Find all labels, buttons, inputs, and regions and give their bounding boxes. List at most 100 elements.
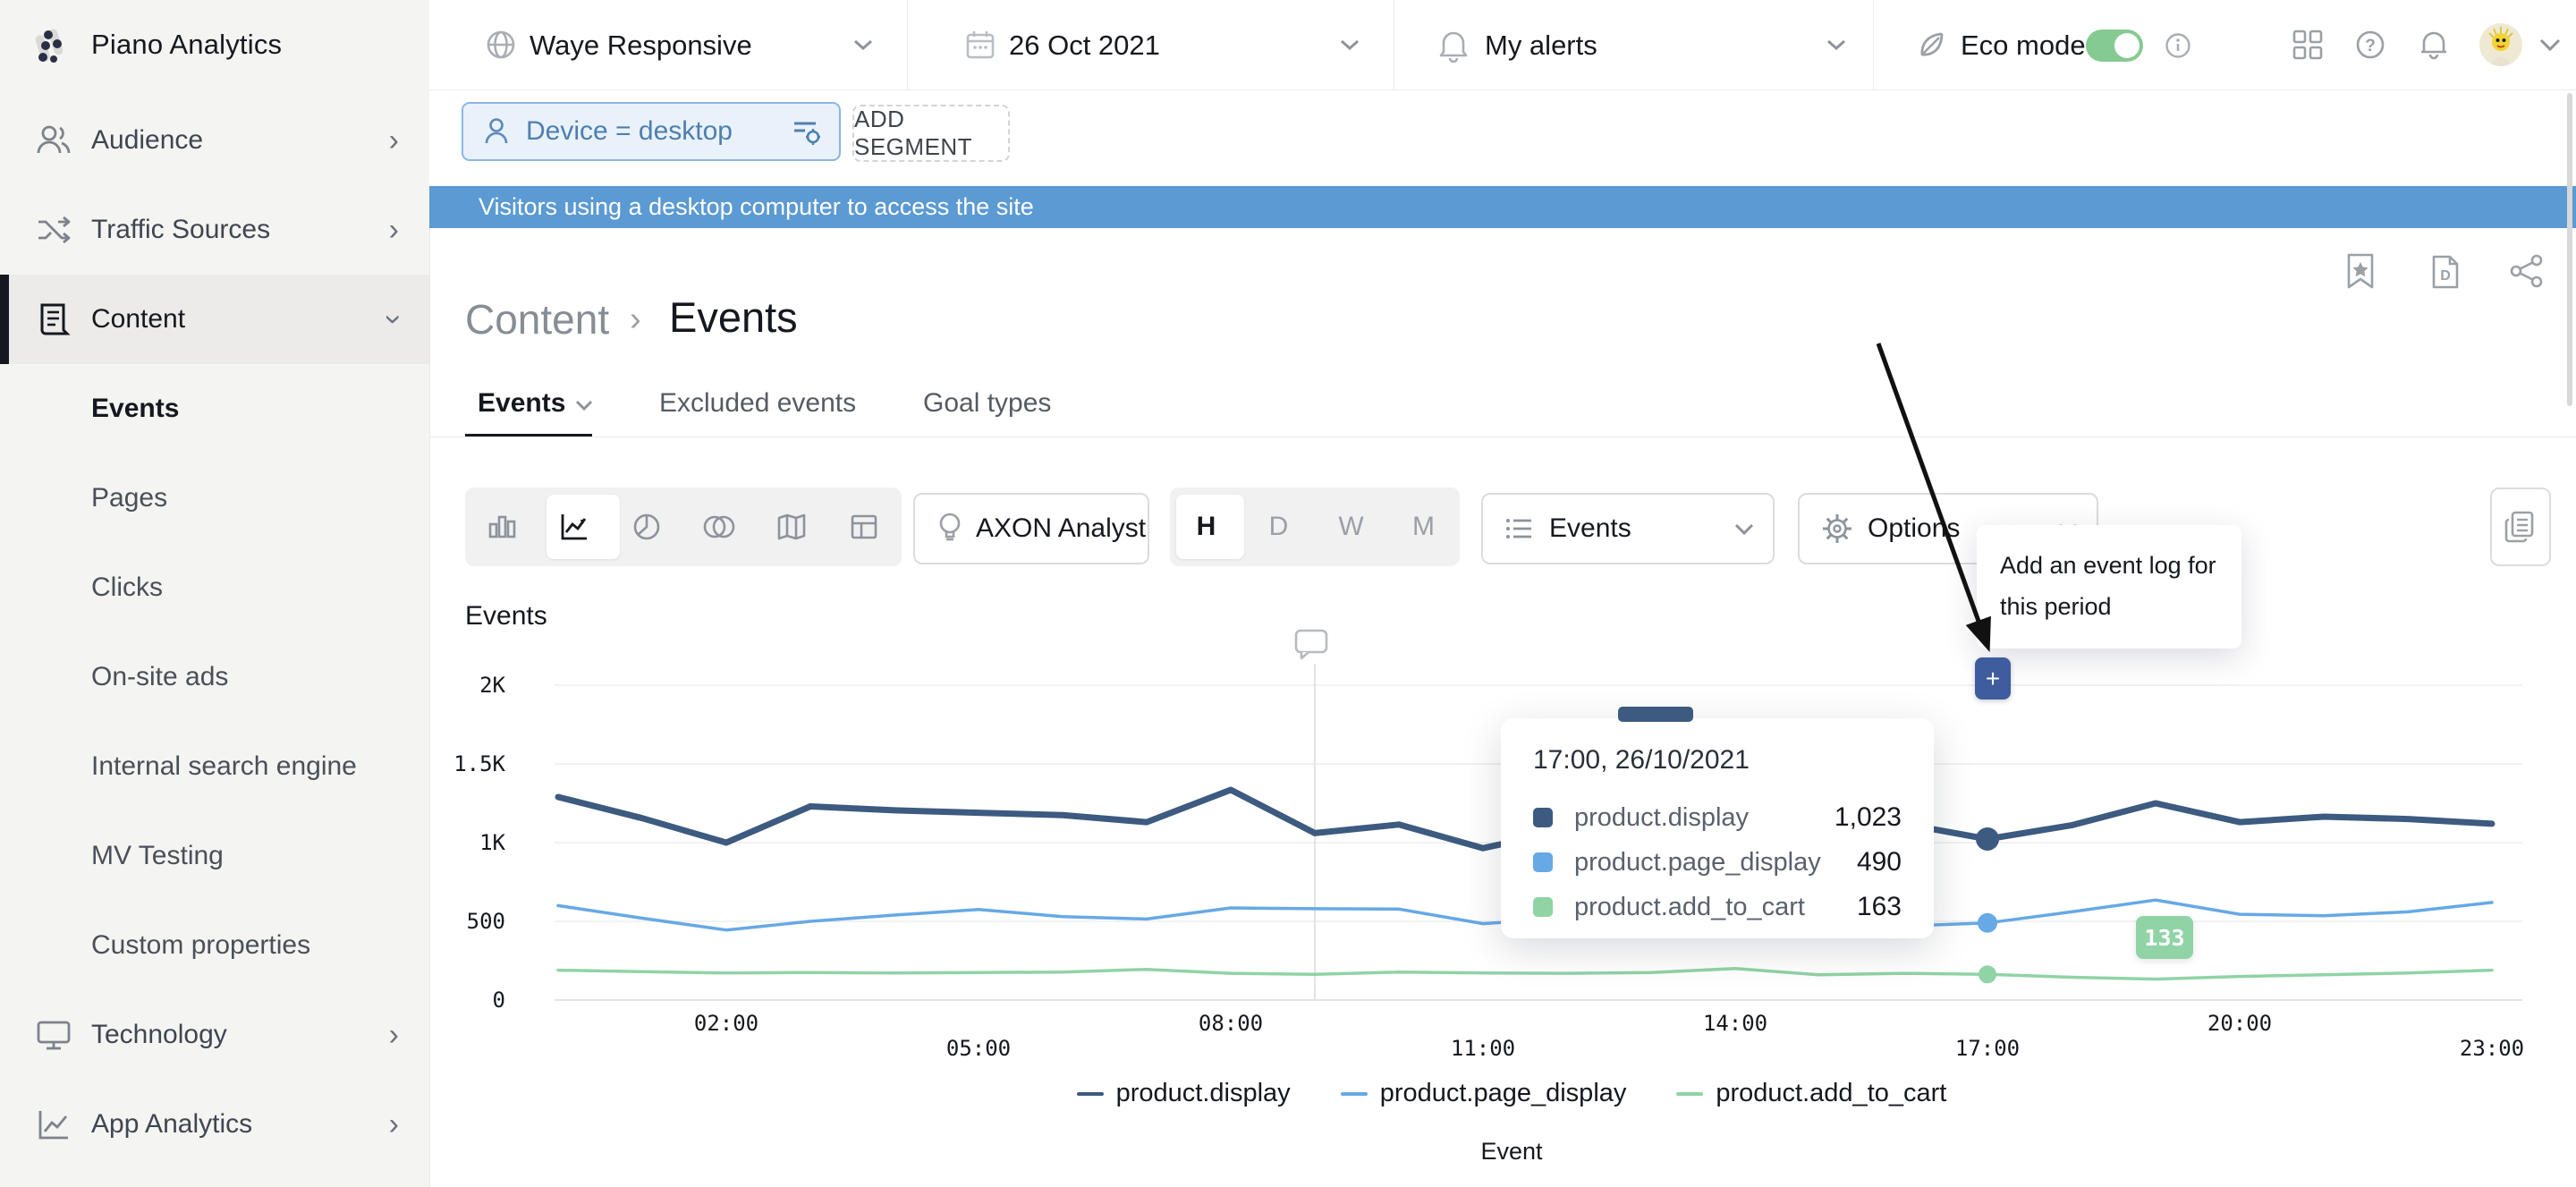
chevron-down-icon[interactable] bbox=[574, 399, 594, 411]
sidebar-item-events[interactable]: Events bbox=[0, 364, 429, 454]
chevron-down-icon[interactable] bbox=[1825, 38, 1848, 52]
x-tick-label: 23:00 bbox=[2438, 1036, 2546, 1061]
chart-type-switcher bbox=[465, 488, 902, 566]
sidebar-item-label: Technology bbox=[91, 1020, 227, 1050]
options-dropdown-label: Options bbox=[1868, 513, 1960, 544]
help-icon[interactable]: ? bbox=[2354, 29, 2386, 61]
sidebar-item-content[interactable]: Content › bbox=[0, 275, 429, 364]
info-icon[interactable] bbox=[2165, 32, 2191, 59]
chevron-down-icon[interactable] bbox=[2537, 36, 2563, 54]
apps-grid-icon[interactable] bbox=[2292, 29, 2324, 61]
person-icon bbox=[483, 117, 510, 146]
min-value-badge: 133 bbox=[2136, 916, 2193, 959]
granularity-label: W bbox=[1338, 512, 1363, 542]
tooltip-line-2: this period bbox=[2000, 586, 2241, 627]
hover-dot-product-add-to-cart bbox=[1979, 965, 1996, 983]
sidebar-item-traffic-sources[interactable]: Traffic Sources› bbox=[0, 185, 429, 275]
chart-tooltip: 17:00, 26/10/2021 product.display1,023pr… bbox=[1501, 718, 1934, 938]
eco-mode-label: Eco mode bbox=[1961, 30, 2086, 62]
breadcrumb-parent[interactable]: Content bbox=[465, 295, 609, 343]
chevron-right-icon: › bbox=[389, 1109, 399, 1140]
tooltip-row-product-display: product.display 1,023 bbox=[1533, 795, 1902, 840]
eco-mode-toggle[interactable] bbox=[2086, 30, 2143, 62]
pie-chart-icon[interactable] bbox=[610, 488, 682, 566]
add-event-log-button[interactable]: + bbox=[1975, 657, 2011, 699]
bookmark-icon[interactable] bbox=[2345, 252, 2376, 290]
bar-chart-icon[interactable] bbox=[465, 488, 538, 566]
gear-icon bbox=[1821, 513, 1853, 545]
legend-dash bbox=[1676, 1092, 1703, 1096]
export-document-icon[interactable]: D bbox=[2429, 254, 2462, 290]
chevron-down-icon bbox=[1733, 522, 1755, 536]
map-icon[interactable] bbox=[755, 488, 827, 566]
tab-goal-types[interactable]: Goal types bbox=[923, 388, 1051, 419]
piano-analytics-logo-icon bbox=[27, 21, 73, 68]
table-icon[interactable] bbox=[827, 488, 900, 566]
sidebar-item-technology[interactable]: Technology› bbox=[0, 990, 429, 1080]
tab-events[interactable]: Events bbox=[478, 388, 565, 419]
granularity-m-button[interactable]: M bbox=[1387, 488, 1460, 566]
svg-text:D: D bbox=[2440, 268, 2451, 284]
sidebar-item-label: Audience bbox=[91, 125, 203, 156]
segment-bar: Device = desktop ADD SEGMENT bbox=[429, 90, 2576, 186]
hover-dot-product-display bbox=[1976, 827, 1999, 851]
avatar[interactable] bbox=[2479, 23, 2522, 66]
legend-item-product-page-display[interactable]: product.page_display bbox=[1341, 1079, 1627, 1108]
sidebar-item-mv-testing[interactable]: MV Testing bbox=[0, 811, 429, 901]
sidebar-item-pages[interactable]: Pages bbox=[0, 454, 429, 543]
legend-item-product-add-to-cart[interactable]: product.add_to_cart bbox=[1676, 1079, 1946, 1108]
page-title: Events bbox=[669, 293, 798, 342]
tooltip-series-value: 1,023 bbox=[1835, 802, 1902, 833]
segment-description-banner: Visitors using a desktop computer to acc… bbox=[429, 186, 2576, 228]
chevron-right-icon: › bbox=[389, 215, 399, 245]
legend-item-product-display[interactable]: product.display bbox=[1077, 1079, 1291, 1108]
sidebar-item-audience[interactable]: Audience› bbox=[0, 96, 429, 185]
line-chart-icon[interactable] bbox=[538, 488, 610, 566]
date-picker[interactable]: 26 Oct 2021 bbox=[1009, 30, 1160, 62]
venn-icon[interactable] bbox=[682, 488, 755, 566]
hovered-period-marker bbox=[1618, 707, 1693, 722]
list-icon bbox=[1504, 515, 1535, 542]
tooltip-series-label: product.page_display bbox=[1574, 848, 1821, 878]
axon-analyst-button[interactable]: AXON Analyst bbox=[913, 493, 1149, 564]
metric-dropdown[interactable]: Events bbox=[1481, 493, 1775, 564]
sidebar-item-clicks[interactable]: Clicks bbox=[0, 543, 429, 632]
plus-icon: + bbox=[1986, 665, 2000, 693]
add-segment-button[interactable]: ADD SEGMENT bbox=[852, 105, 1010, 162]
sidebar-item-on-site-ads[interactable]: On-site ads bbox=[0, 632, 429, 722]
breadcrumb-separator: › bbox=[630, 301, 641, 339]
tooltip-series-label: product.display bbox=[1574, 803, 1749, 833]
granularity-w-button[interactable]: W bbox=[1315, 488, 1387, 566]
divider bbox=[907, 0, 908, 89]
segment-chip[interactable]: Device = desktop bbox=[462, 102, 841, 161]
globe-icon bbox=[485, 29, 517, 61]
granularity-d-button[interactable]: D bbox=[1242, 488, 1315, 566]
sidebar-item-label: Content bbox=[91, 304, 185, 335]
notifications-bell-icon[interactable] bbox=[2417, 27, 2451, 63]
chevron-down-icon[interactable] bbox=[1338, 38, 1361, 52]
sidebar: Piano Analytics Audience›Traffic Sources… bbox=[0, 0, 430, 1187]
app-logo[interactable]: Piano Analytics bbox=[0, 0, 429, 89]
sidebar-item-app-analytics[interactable]: App Analytics› bbox=[0, 1080, 429, 1169]
site-selector[interactable]: Waye Responsive bbox=[530, 30, 752, 62]
y-tick-label: 1K bbox=[443, 829, 505, 856]
duplicate-view-button[interactable] bbox=[2490, 488, 2551, 566]
sidebar-item-custom-properties[interactable]: Custom properties bbox=[0, 901, 429, 990]
sidebar-item-internal-search-engine[interactable]: Internal search engine bbox=[0, 722, 429, 811]
topbar: Waye Responsive 26 Oct 2021 My alerts Ec… bbox=[429, 0, 2576, 90]
granularity-h-button[interactable]: H bbox=[1170, 488, 1242, 566]
chevron-down-icon[interactable] bbox=[852, 38, 875, 52]
chevron-down-icon: › bbox=[378, 314, 409, 324]
legend-dash bbox=[1341, 1092, 1368, 1096]
sidebar-item-label: Pages bbox=[91, 483, 167, 513]
tab-excluded-events[interactable]: Excluded events bbox=[659, 388, 856, 419]
chart-title: Events bbox=[465, 601, 547, 632]
segment-settings-icon[interactable] bbox=[791, 116, 823, 147]
x-tick-label: 14:00 bbox=[1682, 1011, 1789, 1036]
y-tick-label: 0 bbox=[443, 987, 505, 1013]
series-line-product-add-to-cart bbox=[558, 969, 2492, 979]
toggle-knob bbox=[2114, 33, 2140, 58]
scrollbar[interactable] bbox=[2567, 93, 2572, 406]
share-icon[interactable] bbox=[2510, 254, 2544, 288]
my-alerts[interactable]: My alerts bbox=[1485, 30, 1597, 62]
